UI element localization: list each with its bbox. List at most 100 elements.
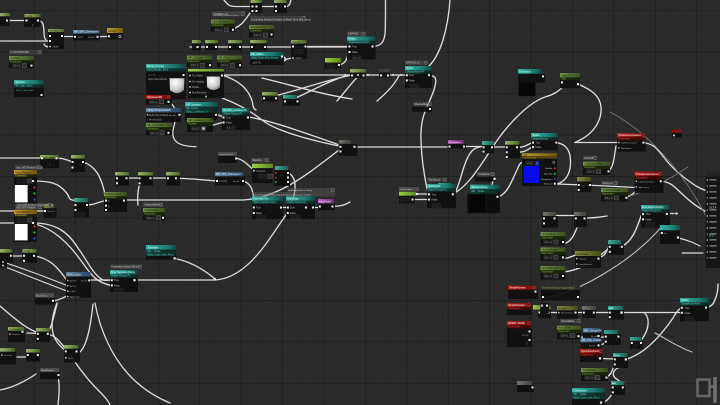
svg-text:False: False: [226, 122, 233, 125]
svg-text:TexGreenAB: TexGreenAB: [147, 95, 162, 99]
svg-text:WorldPosition: WorldPosition: [41, 156, 55, 159]
svg-text:Blend_Overlay: Blend_Overlay: [147, 64, 164, 68]
svg-text:True: True: [114, 279, 119, 282]
svg-text:AlphaInput: AlphaInput: [639, 186, 650, 189]
svg-text:VectorParam: VectorParam: [15, 170, 31, 174]
svg-text:0.0 + 1: 0.0 + 1: [192, 128, 200, 131]
svg-text:Expr: Expr: [561, 77, 566, 80]
svg-text:NormalAmt: NormalAmt: [542, 232, 556, 236]
svg-text:DepthRenderPoint: DepthRenderPoint: [681, 303, 700, 306]
svg-text:Expression: Expression: [144, 213, 156, 216]
svg-text:HEX_Color: HEX_Color: [67, 272, 81, 276]
svg-text:(Mat)_Code_Umb_Rend: (Mat)_Code_Umb_Rend: [574, 396, 601, 399]
svg-text:ShadowPoint: ShadowPoint: [250, 25, 266, 29]
svg-text:Controlling Shadow Position to: Controlling Shadow Position to Mesh Time…: [251, 18, 311, 21]
svg-text:ColorTex: ColorTex: [256, 170, 266, 173]
svg-text:0.13.4: 0.13.4: [709, 206, 717, 210]
svg-text:FadeDistance: FadeDistance: [579, 263, 593, 266]
svg-text:ShadowMask: ShadowMask: [414, 103, 430, 106]
svg-text:DepthFade: DepthFade: [576, 253, 588, 256]
svg-text:SPRAY SAND: SPRAY SAND: [508, 321, 525, 325]
svg-text:False: False: [114, 284, 121, 287]
svg-text:AODS: AODS: [70, 279, 77, 282]
svg-text:(Native Render P): (Native Render P): [223, 113, 242, 116]
svg-text:True: True: [646, 213, 651, 216]
svg-text:Expression: Expression: [542, 237, 554, 240]
svg-text:NormalDepth: NormalDepth: [542, 248, 558, 252]
svg-text:Expression: Expression: [147, 128, 159, 131]
svg-text:TexClipMF: TexClipMF: [428, 184, 440, 188]
svg-text:False: False: [409, 79, 416, 82]
svg-text:MF_Clip_Visible: MF_Clip_Visible: [582, 338, 602, 342]
svg-text:Threshold(S): Threshold(S): [149, 119, 163, 122]
svg-text:Expression: Expression: [581, 354, 593, 357]
svg-text:Tex Object: Tex Object: [192, 75, 203, 78]
svg-text:BP_VFX_Snowpoint: BP_VFX_Snowpoint: [74, 30, 99, 34]
svg-text:0.0 + 1: 0.0 + 1: [353, 58, 361, 60]
svg-text:0.0 + 1: 0.0 + 1: [151, 132, 159, 135]
svg-text:Density: Density: [108, 30, 117, 33]
svg-text:WorldPosition: WorldPosition: [41, 369, 55, 372]
svg-text:(Mat)_Code_Umb_Rend: (Mat)_Code_Umb_Rend: [148, 253, 175, 256]
svg-text:AlphaInput: AlphaInput: [621, 147, 632, 150]
svg-text:0.0 + 1: 0.0 + 1: [147, 217, 155, 220]
svg-text:Alpha Threshold(S): Alpha Threshold(S): [149, 114, 169, 117]
svg-text:A transition fogg. Interacting: A transition fogg. Interacting with beha…: [253, 193, 312, 196]
svg-text:Divide: Divide: [24, 251, 31, 253]
svg-text:Expression: Expression: [15, 214, 27, 217]
svg-text:Tex Opacity: Tex Opacity: [192, 81, 205, 84]
svg-text:0.0 + 1: 0.0 + 1: [587, 171, 595, 174]
svg-text:True: True: [685, 307, 690, 310]
svg-text:0.0 + 1: 0.0 + 1: [215, 29, 223, 32]
svg-text:(Mat)_Code_Umb_Render: (Mat)_Code_Umb_Render: [251, 57, 278, 60]
svg-text:AODS: AODS: [70, 285, 77, 288]
svg-text:NormalTex: NormalTex: [558, 326, 571, 330]
svg-text:TerrainFormat: TerrainFormat: [509, 286, 525, 290]
svg-text:Metallic: Metallic: [545, 167, 553, 170]
svg-text:[0.0]: [0.0]: [709, 235, 714, 238]
svg-text:Translate: Translate: [148, 245, 159, 249]
svg-text:True: True: [290, 207, 295, 210]
svg-text:ShadowSetup: ShadowSetup: [472, 185, 489, 189]
svg-text:False: False: [256, 212, 263, 215]
svg-text:Expression: Expression: [618, 138, 630, 141]
svg-text:MF_CheapVM: MF_CheapVM: [584, 328, 602, 332]
svg-text:TurbMaster: TurbMaster: [582, 368, 596, 372]
svg-text:Flowlink: Flowlink: [188, 124, 197, 126]
svg-text:LightVectorInput: LightVectorInput: [639, 180, 655, 183]
svg-text:Switch behavior x Debug: Switch behavior x Debug: [288, 189, 313, 192]
svg-text:Ln(1/3): Ln(1/3): [220, 181, 228, 183]
svg-text:WorldPosition: WorldPosition: [9, 328, 21, 331]
svg-text:ObjectScale: ObjectScale: [36, 294, 48, 297]
svg-text:Alpha: Alpha: [53, 46, 60, 49]
svg-text:0.0 + 1: 0.0 + 1: [586, 377, 594, 380]
svg-text:RotatePos: RotatePos: [478, 173, 490, 176]
svg-text:Expression: Expression: [582, 373, 594, 376]
svg-text:False: False: [290, 212, 297, 215]
svg-text:TexSample: TexSample: [519, 71, 531, 74]
svg-text:TexFlow: TexFlow: [15, 80, 25, 84]
svg-text:True: True: [256, 207, 261, 210]
svg-text:NormalInput: NormalInput: [561, 312, 573, 315]
svg-text:0.0 + 1: 0.0 + 1: [221, 64, 229, 67]
svg-text:Alpha: Alpha: [68, 357, 74, 360]
svg-text:ShadowPos: ShadowPos: [144, 208, 159, 212]
svg-text:(Native Render Point): (Native Render Point): [253, 201, 275, 204]
svg-text:0.0 + 1: 0.0 + 1: [227, 128, 235, 130]
svg-text:Decode: Decode: [558, 308, 567, 310]
svg-text:Expression: Expression: [15, 174, 27, 177]
svg-text:Expression: Expression: [602, 193, 614, 196]
svg-text:VectorParam: VectorParam: [15, 210, 31, 214]
svg-text:0.0 + 1: 0.0 + 1: [561, 335, 569, 338]
svg-text:(Native Render P): (Native Render P): [287, 201, 306, 204]
svg-text:0.WS: 0.WS: [70, 291, 76, 293]
svg-text:Controlling Shadow Position: Controlling Shadow Position: [213, 14, 240, 17]
svg-text:Switch: Switch: [532, 133, 540, 137]
svg-text:False: False: [536, 147, 542, 149]
svg-text:Add .WS Position: Add .WS Position: [16, 206, 36, 209]
svg-text:0.0+2: 0.0+2: [527, 163, 533, 165]
svg-text:Switch: Switch: [406, 66, 414, 70]
svg-text:Alpha OS: Alpha OS: [70, 296, 80, 299]
svg-text:TurbulenceInstance: TurbulenceInstance: [618, 133, 641, 137]
svg-text:Use Wait Tex: Use Wait Tex: [253, 197, 269, 201]
